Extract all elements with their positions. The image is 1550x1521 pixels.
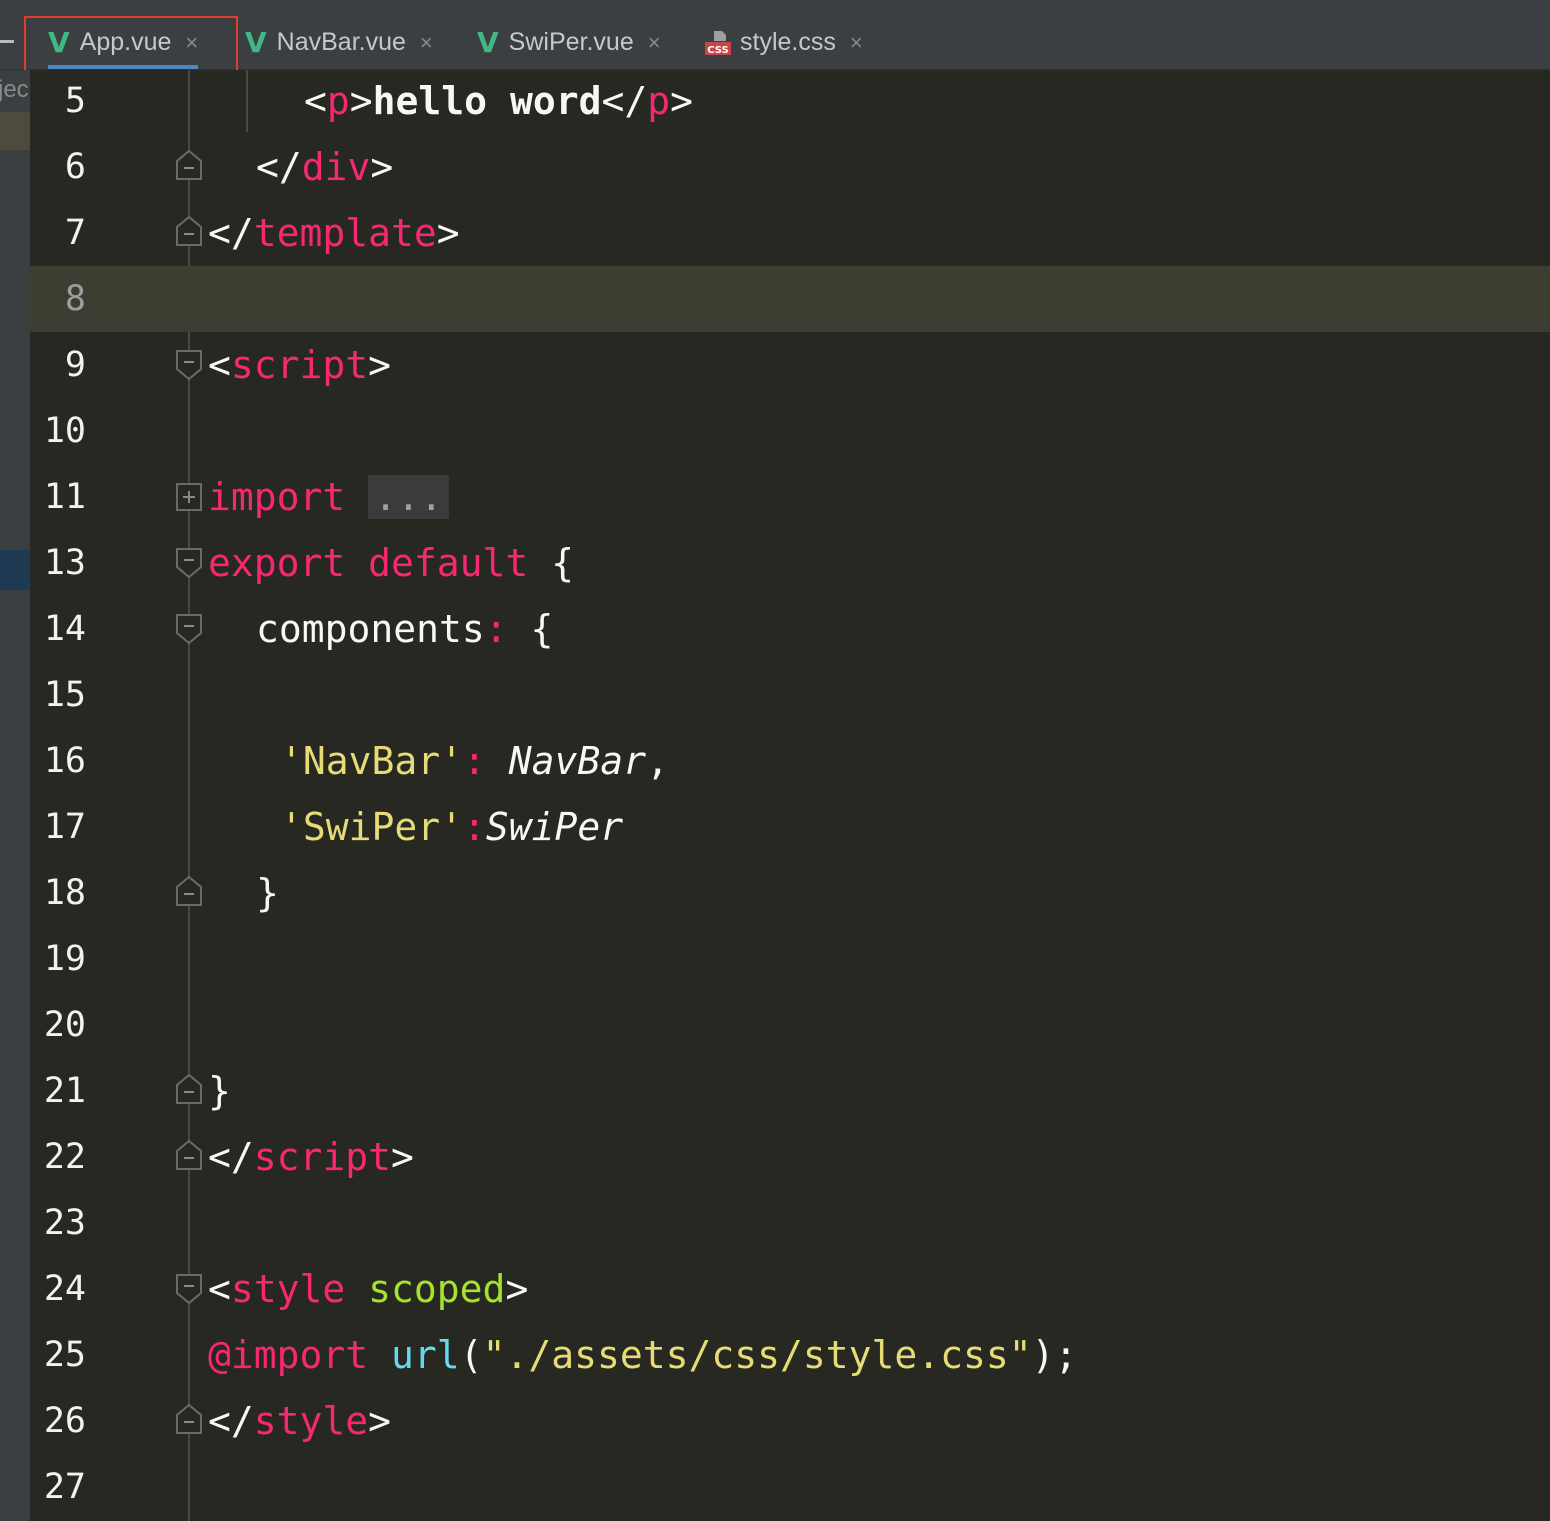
fold-end-icon[interactable] bbox=[176, 1140, 202, 1170]
code-line[interactable]: 18 } bbox=[30, 860, 1550, 926]
code-line[interactable]: 27 bbox=[30, 1454, 1550, 1520]
line-number: 24 bbox=[43, 1269, 86, 1309]
code-line[interactable]: 6 </div> bbox=[30, 134, 1550, 200]
vue-icon: V bbox=[245, 26, 267, 59]
fold-start-icon[interactable] bbox=[176, 350, 202, 380]
code-text: } bbox=[256, 871, 279, 915]
editor-tab-bar: V App.vue × V NavBar.vue × V SwiPer.vue … bbox=[0, 16, 1550, 70]
code-line[interactable]: 25 @import url("./assets/css/style.css")… bbox=[30, 1322, 1550, 1388]
svg-text:CSS: CSS bbox=[707, 45, 728, 56]
tab-style-css[interactable]: CSS style.css × bbox=[704, 16, 863, 69]
line-number: 9 bbox=[64, 345, 86, 385]
code-line[interactable]: 9 <script> bbox=[30, 332, 1550, 398]
project-selection-band bbox=[0, 112, 30, 150]
fold-start-icon[interactable] bbox=[176, 614, 202, 644]
code-text: 'NavBar': NavBar, bbox=[280, 739, 669, 783]
fold-end-icon[interactable] bbox=[176, 876, 202, 906]
code-line[interactable]: 15 bbox=[30, 662, 1550, 728]
tab-navbar-vue[interactable]: V NavBar.vue × bbox=[245, 16, 433, 69]
code-line[interactable]: 21 } bbox=[30, 1058, 1550, 1124]
fold-expand-icon[interactable] bbox=[176, 482, 202, 512]
line-number: 26 bbox=[43, 1401, 86, 1441]
code-text: <script> bbox=[208, 343, 392, 387]
close-icon[interactable]: × bbox=[850, 30, 863, 56]
project-tool-window-strip[interactable]: jec bbox=[0, 70, 30, 1521]
vue-icon: V bbox=[48, 26, 70, 59]
line-number: 13 bbox=[43, 543, 86, 583]
panel-collapse-handle[interactable] bbox=[0, 40, 14, 43]
code-line[interactable]: 13 export default { bbox=[30, 530, 1550, 596]
project-panel-label: jec bbox=[0, 76, 29, 103]
code-text: <style scoped> bbox=[208, 1267, 529, 1311]
code-line[interactable]: 16 'NavBar': NavBar, bbox=[30, 728, 1550, 794]
code-text: </style> bbox=[208, 1399, 392, 1443]
code-text: import ... bbox=[208, 464, 449, 530]
code-text: export default { bbox=[208, 541, 575, 585]
folded-imports-placeholder[interactable]: ... bbox=[368, 475, 449, 519]
line-number: 15 bbox=[43, 675, 86, 715]
fold-start-icon[interactable] bbox=[176, 548, 202, 578]
line-number: 5 bbox=[64, 81, 86, 121]
line-number: 18 bbox=[43, 873, 86, 913]
close-icon[interactable]: × bbox=[648, 30, 661, 56]
line-number: 23 bbox=[43, 1203, 86, 1243]
code-line[interactable]: 24 <style scoped> bbox=[30, 1256, 1550, 1322]
vue-icon: V bbox=[477, 26, 499, 59]
line-number: 16 bbox=[43, 741, 86, 781]
code-line[interactable]: 7 </template> bbox=[30, 200, 1550, 266]
line-number: 25 bbox=[43, 1335, 86, 1375]
code-text: components: { bbox=[256, 607, 554, 651]
line-number: 14 bbox=[43, 609, 86, 649]
line-number: 21 bbox=[43, 1071, 86, 1111]
code-line[interactable]: 22 </script> bbox=[30, 1124, 1550, 1190]
code-line[interactable]: 26 </style> bbox=[30, 1388, 1550, 1454]
code-text: } bbox=[208, 1069, 231, 1113]
code-text: 'SwiPer':SwiPer bbox=[280, 805, 624, 849]
line-number: 11 bbox=[43, 477, 86, 517]
line-number: 10 bbox=[43, 411, 86, 451]
line-number: 20 bbox=[43, 1005, 86, 1045]
close-icon[interactable]: × bbox=[185, 30, 198, 56]
code-text: </div> bbox=[256, 145, 394, 189]
code-text: @import url("./assets/css/style.css"); bbox=[208, 1333, 1078, 1377]
line-number: 27 bbox=[43, 1467, 86, 1507]
code-line[interactable]: 11 import ... bbox=[30, 464, 1550, 530]
current-code-line[interactable]: 8 bbox=[30, 266, 1550, 332]
line-number: 7 bbox=[64, 213, 86, 253]
line-number: 8 bbox=[64, 279, 86, 319]
code-line[interactable]: 17 'SwiPer':SwiPer bbox=[30, 794, 1550, 860]
code-line[interactable]: 19 bbox=[30, 926, 1550, 992]
tab-label: style.css bbox=[740, 28, 836, 56]
close-icon[interactable]: × bbox=[420, 30, 433, 56]
code-text: </script> bbox=[208, 1135, 414, 1179]
code-line[interactable]: 20 bbox=[30, 992, 1550, 1058]
tab-app-vue[interactable]: V App.vue × bbox=[48, 16, 199, 69]
fold-end-icon[interactable] bbox=[176, 1074, 202, 1104]
tab-label: NavBar.vue bbox=[276, 28, 406, 56]
project-selection-band bbox=[0, 550, 30, 590]
code-editor[interactable]: 5 <p>hello word</p> 6 </div> 7 </templat… bbox=[30, 70, 1550, 1521]
fold-end-icon[interactable] bbox=[176, 150, 202, 180]
css-icon: CSS bbox=[704, 30, 732, 56]
line-number: 17 bbox=[43, 807, 86, 847]
code-line[interactable]: 5 <p>hello word</p> bbox=[30, 68, 1550, 134]
line-number: 19 bbox=[43, 939, 86, 979]
code-line[interactable]: 23 bbox=[30, 1190, 1550, 1256]
code-text: <p>hello word</p> bbox=[304, 79, 693, 123]
code-text: </template> bbox=[208, 211, 460, 255]
tab-swiper-vue[interactable]: V SwiPer.vue × bbox=[477, 16, 661, 69]
line-number: 22 bbox=[43, 1137, 86, 1177]
fold-end-icon[interactable] bbox=[176, 1404, 202, 1434]
tab-label: SwiPer.vue bbox=[508, 28, 634, 56]
code-line[interactable]: 14 components: { bbox=[30, 596, 1550, 662]
fold-end-icon[interactable] bbox=[176, 216, 202, 246]
line-number: 6 bbox=[64, 147, 86, 187]
tab-label: App.vue bbox=[79, 28, 172, 56]
window-top-strip bbox=[0, 0, 1550, 17]
code-line[interactable]: 10 bbox=[30, 398, 1550, 464]
fold-start-icon[interactable] bbox=[176, 1274, 202, 1304]
